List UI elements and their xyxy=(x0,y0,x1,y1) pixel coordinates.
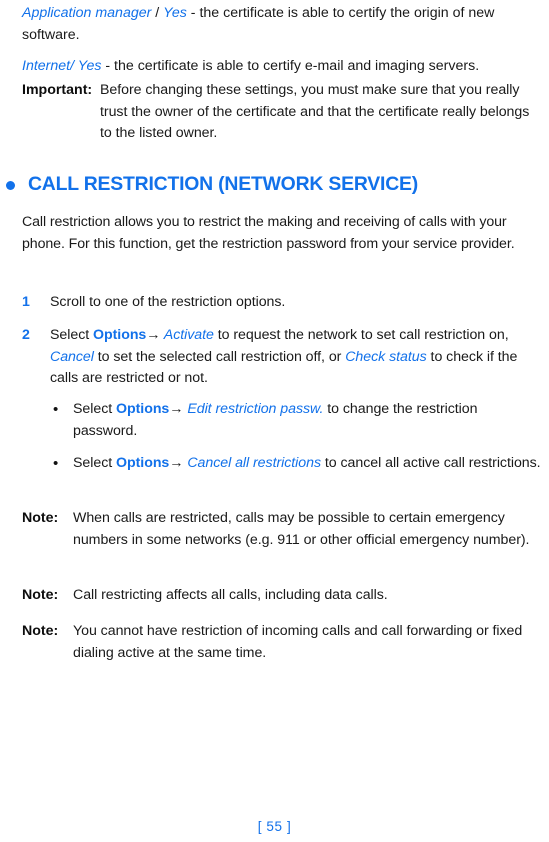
page-footer: [ 55 ] xyxy=(0,818,549,836)
step-2-mid-1: to request the network to set call restr… xyxy=(213,327,509,343)
menu-item-cancel: Cancel xyxy=(50,348,94,365)
section-title: CALL RESTRICTION (NETWORK SERVICE) xyxy=(28,173,418,195)
certificate-line-1-text: - the certificate is able to certify e-m… xyxy=(101,58,480,74)
note-body-3: You cannot have restriction of incoming … xyxy=(73,623,523,661)
note-label-3: Note: xyxy=(22,623,59,639)
step-1-number: 1 xyxy=(22,294,30,310)
certificate-line-internet: Internet/ Yes - the certificate is able … xyxy=(22,55,549,77)
sub-bullet-edit-restriction-password: • Select Options→ Edit restriction passw… xyxy=(53,399,543,442)
section-heading-call-restriction: CALL RESTRICTION (NETWORK SERVICE) xyxy=(0,172,540,196)
note-emergency-numbers: Note: When calls are restricted, calls m… xyxy=(22,508,549,551)
important-label: Important: xyxy=(22,82,93,98)
section-intro-paragraph: Call restriction allows you to restrict … xyxy=(22,214,515,252)
note-label-2: Note: xyxy=(22,587,59,603)
important-body: Before changing these settings, you must… xyxy=(100,82,530,141)
step-1-text: Scroll to one of the restriction options… xyxy=(50,294,286,310)
certificate-line-0-separator: / xyxy=(151,5,164,21)
note-body-1: When calls are restricted, calls may be … xyxy=(73,510,530,548)
note-data-calls: Note: Call restricting affects all calls… xyxy=(22,585,549,607)
sub-bullet-1-lead: Select xyxy=(73,401,117,417)
bullet-dot-icon-1: • xyxy=(53,401,59,418)
menu-options-bullet1: Options xyxy=(116,401,170,417)
menu-options-step2: Options xyxy=(93,327,147,343)
menu-item-check-status: Check status xyxy=(345,348,427,365)
step-1: 1 Scroll to one of the restriction optio… xyxy=(22,292,541,314)
certificate-usage-lines: Application manager / Yes - the certific… xyxy=(22,2,549,77)
menu-item-activate: Activate xyxy=(160,327,214,343)
setting-path-internet: Internet xyxy=(22,58,71,74)
sub-bullet-2-tail: to cancel all active call restrictions. xyxy=(321,455,541,471)
important-callout: Important: Before changing these setting… xyxy=(22,80,541,145)
section-bullet-icon xyxy=(6,180,15,190)
manual-page: Application manager / Yes - the certific… xyxy=(0,0,549,842)
step-2-number: 2 xyxy=(22,327,30,343)
sub-bullet-2-text: Select Options→ Cancel all restrictions … xyxy=(73,453,543,475)
arrow-icon-bullet1: → xyxy=(169,401,184,417)
bullet-dot-icon-2: • xyxy=(53,455,59,472)
setting-path-application-manager: Application manager xyxy=(22,5,152,21)
note-body-2: Call restricting affects all calls, incl… xyxy=(73,587,388,603)
step-2-text: Select Options→ Activate to request the … xyxy=(50,325,549,390)
step-2-lead: Select xyxy=(50,327,94,343)
setting-value-yes: Yes xyxy=(163,5,187,21)
menu-item-cancel-all-restrictions: Cancel all restrictions xyxy=(183,455,321,471)
sub-bullet-1-text: Select Options→ Edit restriction passw. … xyxy=(73,399,543,442)
step-2-mid-2: to set the selected call restriction off… xyxy=(93,348,346,365)
sub-bullet-2-lead: Select xyxy=(73,455,117,471)
step-2: 2 Select Options→ Activate to request th… xyxy=(22,325,549,390)
arrow-icon-step2: → xyxy=(146,327,161,343)
note-call-forwarding-conflict: Note: You cannot have restriction of inc… xyxy=(22,621,549,664)
sub-bullet-cancel-all-restrictions: • Select Options→ Cancel all restriction… xyxy=(53,453,543,475)
setting-value-yes-internet: Yes xyxy=(74,58,102,74)
certificate-line-application-manager: Application manager / Yes - the certific… xyxy=(22,2,549,46)
arrow-icon-bullet2: → xyxy=(169,455,184,471)
note-label-1: Note: xyxy=(22,510,59,526)
page-number: [ 55 ] xyxy=(257,819,292,834)
menu-options-bullet2: Options xyxy=(116,455,170,471)
menu-item-edit-restriction-passw: Edit restriction passw. xyxy=(183,401,324,417)
